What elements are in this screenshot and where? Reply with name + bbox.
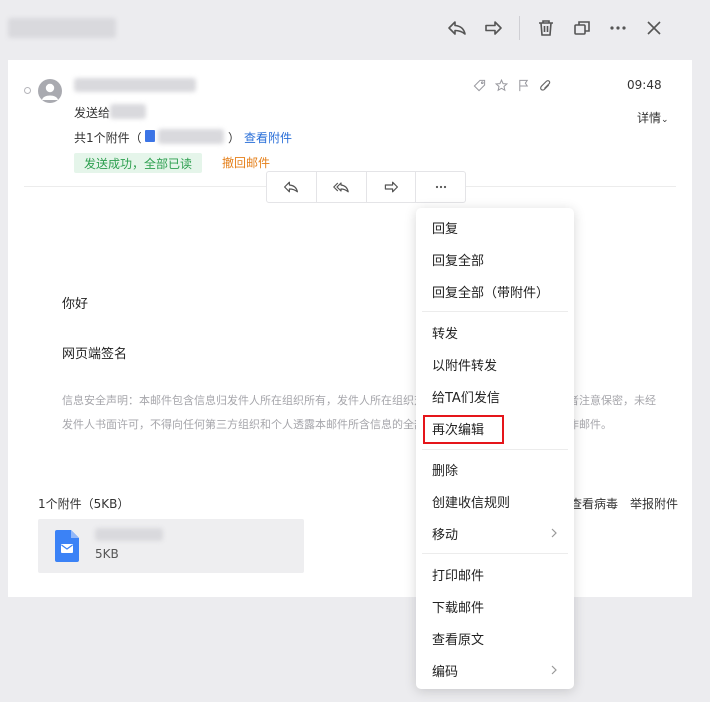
more-icon	[435, 185, 446, 189]
menu-item-reply-all[interactable]: 回复全部	[416, 244, 574, 274]
paperclip-icon[interactable]	[538, 78, 553, 93]
mail-file-icon	[55, 530, 79, 562]
attachment-prefix: 共1个附件（	[74, 131, 142, 145]
menu-item-print[interactable]: 打印邮件	[416, 559, 574, 589]
mail-time: 09:48	[627, 78, 662, 92]
menu-item-create-rule[interactable]: 创建收信规则	[416, 486, 574, 516]
highlight-annotation	[423, 415, 504, 444]
menu-item-mail-them[interactable]: 给TA们发信	[416, 381, 574, 411]
chevron-right-icon	[551, 528, 557, 538]
signature-text: 网页端签名	[62, 347, 128, 362]
quick-reply-all-button[interactable]	[317, 172, 367, 202]
recipient-redacted	[110, 104, 146, 119]
menu-item-label: 移动	[432, 527, 459, 543]
more-icon[interactable]	[604, 14, 632, 42]
menu-item-reply[interactable]: 回复	[416, 212, 574, 242]
attachment-filename-redacted	[95, 528, 163, 541]
attachment-name-redacted	[158, 129, 224, 144]
status-badge: 发送成功，全部已读	[74, 153, 202, 173]
menu-item-label: 给TA们发信	[432, 390, 500, 406]
forward-icon[interactable]	[479, 14, 507, 42]
menu-divider	[422, 553, 568, 554]
sender-redacted	[74, 78, 196, 92]
reply-icon[interactable]	[443, 14, 471, 42]
reply-all-icon	[333, 182, 349, 193]
attachment-size: 5KB	[95, 547, 119, 561]
close-icon[interactable]	[640, 14, 668, 42]
menu-item-reply-all-with-attachments[interactable]: 回复全部（带附件）	[416, 276, 574, 306]
greeting-text: 你好	[62, 297, 89, 312]
send-to-label: 发送给	[74, 106, 111, 120]
flag-icon[interactable]	[516, 78, 531, 93]
menu-divider	[422, 449, 568, 450]
menu-item-view-source[interactable]: 查看原文	[416, 623, 574, 653]
context-menu: 回复 回复全部 回复全部（带附件） 转发 以附件转发 给TA们发信 再次编辑 删…	[416, 208, 574, 689]
chevron-down-icon: ⌄	[661, 115, 669, 125]
delete-icon[interactable]	[532, 14, 560, 42]
file-icon	[145, 130, 155, 142]
menu-item-label: 回复全部	[432, 253, 485, 269]
recall-link[interactable]: 撤回邮件	[222, 154, 270, 171]
menu-item-label: 回复全部（带附件）	[432, 285, 550, 301]
new-window-icon[interactable]	[568, 14, 596, 42]
avatar	[38, 79, 62, 103]
menu-item-label: 编码	[432, 664, 459, 680]
details-toggle[interactable]: 详情⌄	[637, 109, 669, 126]
quick-more-button[interactable]	[416, 172, 465, 202]
menu-item-label: 创建收信规则	[432, 495, 511, 511]
select-radio[interactable]	[24, 87, 31, 94]
menu-item-download[interactable]: 下载邮件	[416, 591, 574, 621]
menu-item-forward-as-attachment[interactable]: 以附件转发	[416, 349, 574, 379]
menu-item-encoding[interactable]: 编码	[416, 655, 574, 685]
toolbar-separator	[519, 16, 520, 40]
forward-icon	[384, 181, 398, 193]
menu-item-forward[interactable]: 转发	[416, 317, 574, 347]
menu-item-label: 查看原文	[432, 632, 485, 648]
attachment-actions: 查看病毒 举报附件	[570, 495, 678, 512]
menu-item-label: 以附件转发	[432, 358, 498, 374]
menu-item-label: 转发	[432, 326, 459, 342]
report-attachment-link[interactable]: 举报附件	[630, 495, 678, 512]
menu-item-label: 删除	[432, 463, 459, 479]
view-attachment-link[interactable]: 查看附件	[244, 129, 292, 146]
chevron-right-icon	[551, 665, 557, 675]
mail-subject-redacted	[8, 18, 116, 38]
attachment-suffix: ）	[228, 131, 241, 145]
menu-item-label: 回复	[432, 221, 459, 237]
menu-item-label: 打印邮件	[432, 568, 485, 584]
menu-item-label: 下载邮件	[432, 600, 485, 616]
menu-item-delete[interactable]: 删除	[416, 454, 574, 484]
quick-reply-button[interactable]	[267, 172, 317, 202]
quick-action-group	[266, 171, 466, 203]
scan-virus-link[interactable]: 查看病毒	[570, 495, 618, 512]
menu-divider	[422, 311, 568, 312]
reply-icon	[284, 181, 299, 193]
attachment-count: 1个附件（5KB）	[38, 497, 130, 511]
quick-forward-button[interactable]	[367, 172, 417, 202]
details-label: 详情	[637, 111, 662, 125]
tag-icon[interactable]	[472, 78, 487, 93]
menu-item-move[interactable]: 移动	[416, 518, 574, 548]
star-icon[interactable]	[494, 78, 509, 93]
header-actions	[472, 78, 553, 93]
